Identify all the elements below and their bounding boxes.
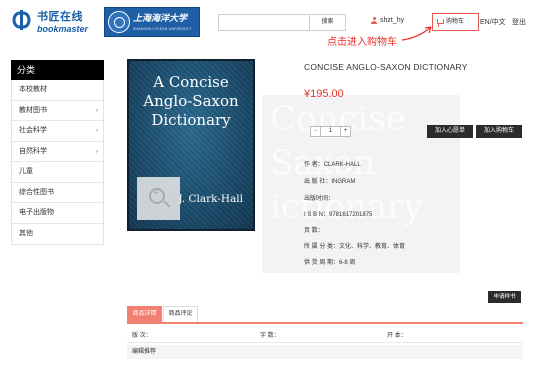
university-name-cn: 上海海洋大学	[133, 14, 188, 24]
university-logo[interactable]: 上海海洋大学 SHANGHAI OCEAN UNIVERSITY	[104, 7, 200, 37]
category-item-label: 综合性图书	[19, 188, 54, 196]
annotation-arrow-icon	[401, 26, 432, 41]
info-isbn: I S B N：9781617201875	[304, 212, 373, 218]
search-input[interactable]	[218, 14, 310, 31]
category-item-label: 本校教材	[19, 86, 47, 93]
category-item-label: 儿童	[19, 168, 33, 175]
category-item[interactable]: 其他	[12, 224, 103, 245]
search-button[interactable]: 搜索	[310, 14, 346, 31]
cart-label: 购物车	[446, 19, 465, 25]
detail-divider	[127, 342, 523, 343]
language-switch[interactable]: EN/中文	[480, 17, 506, 27]
info-publisher: 出 版 社：INGRAM	[304, 179, 356, 185]
category-item[interactable]: 电子出版物	[12, 203, 103, 224]
chevron-right-icon: ›	[96, 148, 98, 155]
category-item[interactable]: 教材图书 ›	[12, 101, 103, 121]
cart-button[interactable]: 购物车	[432, 13, 479, 31]
tab-product-reviews[interactable]: 商品评论	[163, 306, 198, 322]
info-category: 所 属 分 类：文化、科学、教育、体育	[304, 244, 406, 250]
category-item-label: 教材图书	[19, 106, 47, 114]
product-price: ¥195.00	[304, 88, 344, 100]
edition-label: 版 次：	[132, 333, 152, 339]
quantity-increase-button[interactable]: +	[340, 126, 351, 137]
cover-title-line: Anglo-Saxon	[143, 92, 239, 110]
editor-recommend-header: 编辑推荐	[127, 345, 523, 359]
word-count-label: 字 数：	[260, 333, 280, 339]
category-item-label: 自然科学	[19, 147, 47, 155]
username-label: shzt_hy	[380, 17, 405, 24]
cart-annotation: 点击进入购物车	[327, 37, 397, 48]
cover-author: J. Clark-Hall	[178, 193, 243, 205]
tab-product-detail[interactable]: 商品详情	[127, 306, 162, 322]
university-seal-icon	[108, 11, 130, 33]
logo-chinese-text: 书匠在线	[37, 10, 83, 23]
add-to-cart-button[interactable]: 加入购物车	[476, 125, 522, 138]
user-account[interactable]: shzt_hy	[371, 17, 404, 24]
chevron-right-icon: ›	[96, 128, 98, 134]
category-item-label: 社会科学	[19, 127, 47, 134]
category-item[interactable]: 综合性图书	[12, 183, 103, 203]
category-item[interactable]: 自然科学 ›	[12, 142, 103, 162]
category-list: 本校教材教材图书 › 社会科学 › 自然科学 › 儿童综合性图书电子出版物其他	[11, 80, 104, 245]
request-sample-button[interactable]: 申请样书	[488, 291, 521, 303]
zoom-in-icon	[149, 187, 165, 204]
quantity-decrease-button[interactable]: -	[310, 126, 321, 137]
university-name-en: SHANGHAI OCEAN UNIVERSITY	[133, 27, 192, 31]
quantity-input[interactable]: 1	[321, 126, 340, 137]
info-pub-date: 出版时间：	[304, 196, 335, 202]
cover-title-line: Dictionary	[151, 111, 231, 129]
info-pages: 页 数：	[304, 228, 324, 234]
cart-icon	[437, 19, 444, 26]
add-to-wishlist-button[interactable]: 加入心愿单	[427, 125, 473, 138]
logout-link[interactable]: 登出	[512, 17, 526, 27]
category-item-label: 电子出版物	[19, 209, 54, 216]
cover-title: A Concise Anglo-Saxon Dictionary	[129, 73, 253, 130]
logo-english-text: bookmaster	[37, 24, 89, 34]
product-title: CONCISE ANGLO-SAXON DICTIONARY	[304, 62, 468, 72]
bookmaster-logo[interactable]: 书匠在线 bookmaster	[10, 6, 102, 38]
category-item-label: 其他	[19, 229, 33, 237]
category-item[interactable]: 社会科学 ›	[12, 121, 103, 142]
info-supply-cycle: 供 货 周 期：6-8 周	[304, 260, 356, 266]
chevron-right-icon: ›	[96, 107, 98, 114]
info-author: 作 者：CLARK-HALL	[304, 162, 361, 168]
category-title: 分类	[11, 60, 104, 80]
category-item[interactable]: 本校教材	[12, 80, 103, 101]
format-label: 开 本：	[387, 333, 407, 339]
cover-title-line: A Concise	[153, 73, 229, 91]
tabs-underline	[127, 322, 523, 324]
preview-text-line: ictionary	[270, 187, 423, 227]
bookmaster-logo-icon	[12, 10, 31, 30]
category-item[interactable]: 儿童	[12, 162, 103, 183]
detail-specs-row: 版 次： 字 数： 开 本：	[127, 327, 523, 341]
zoom-button[interactable]	[137, 177, 180, 220]
user-icon	[371, 17, 377, 24]
